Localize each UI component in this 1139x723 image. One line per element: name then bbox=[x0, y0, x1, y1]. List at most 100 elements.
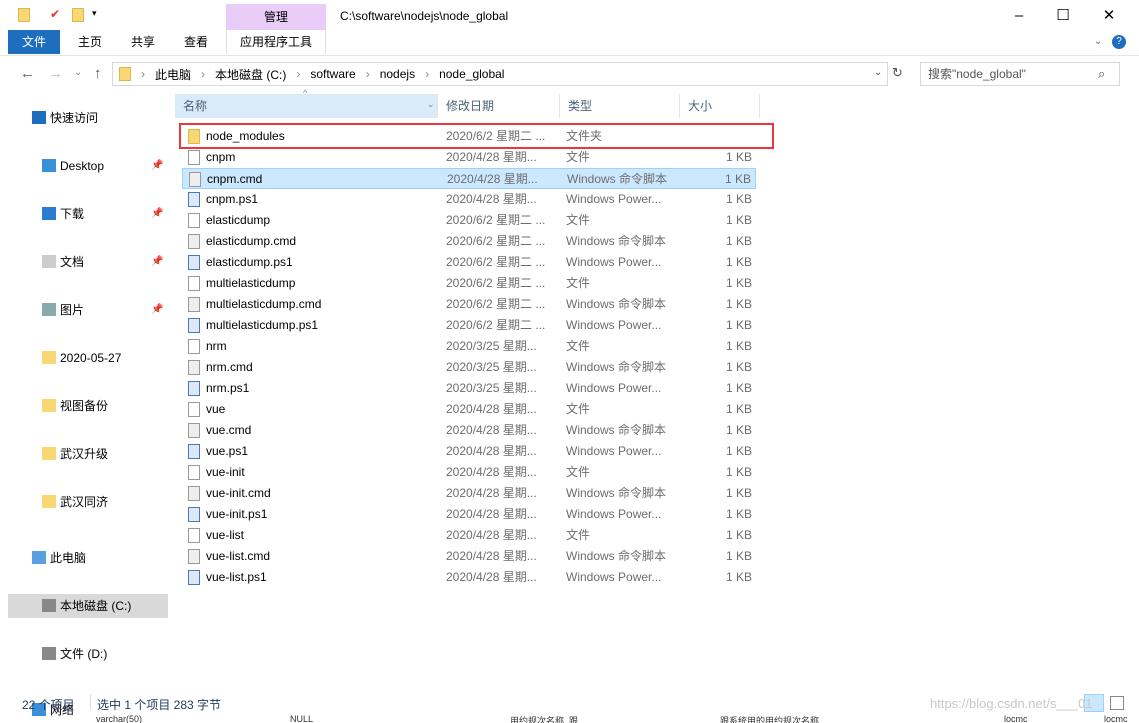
chevron-right-icon: › bbox=[296, 67, 301, 81]
cmd-script-icon bbox=[188, 423, 200, 438]
sidebar-item[interactable]: 武汉同济 bbox=[8, 490, 168, 514]
address-bar[interactable]: › 此电脑 › 本地磁盘 (C:) › software › nodejs › … bbox=[112, 62, 888, 86]
file-row[interactable]: vue 2020/4/28 星期... 文件 1 KB bbox=[182, 399, 756, 420]
file-row[interactable]: cnpm.ps1 2020/4/28 星期... Windows Power... 1… bbox=[182, 189, 756, 210]
file-row[interactable]: multielasticdump.ps1 2020/6/2 星期二 ... Wind… bbox=[182, 315, 756, 336]
file-row[interactable]: vue.ps1 2020/4/28 星期... Windows Power... 1 … bbox=[182, 441, 756, 462]
help-icon[interactable]: ? bbox=[1112, 35, 1126, 49]
file-name: elasticdump bbox=[206, 213, 271, 227]
close-button[interactable]: ✕ bbox=[1086, 4, 1132, 28]
file-row[interactable]: cnpm.cmd 2020/4/28 星期... Windows 命令脚本 1 KB bbox=[182, 168, 756, 189]
file-date: 2020/4/28 星期... bbox=[446, 528, 537, 542]
file-row[interactable]: vue-list.cmd 2020/4/28 星期... Windows 命令脚本 1… bbox=[182, 546, 756, 567]
sidebar-item[interactable]: 视图备份 bbox=[8, 394, 168, 418]
file-row[interactable]: elasticdump 2020/6/2 星期二 ... 文件 1 KB bbox=[182, 210, 756, 231]
sidebar-item[interactable]: 武汉升级 bbox=[8, 442, 168, 466]
file-row[interactable]: vue-init 2020/4/28 星期... 文件 1 KB bbox=[182, 462, 756, 483]
tab-home[interactable]: 主页 bbox=[70, 30, 110, 54]
tab-view[interactable]: 查看 bbox=[174, 30, 218, 54]
file-type: 文件 bbox=[566, 528, 591, 542]
file-row[interactable]: vue.cmd 2020/4/28 星期... Windows 命令脚本 1 KB bbox=[182, 420, 756, 441]
pin-icon[interactable]: 📌 bbox=[151, 202, 163, 226]
file-size: 1 KB bbox=[725, 276, 752, 290]
file-type: 文件 bbox=[566, 276, 591, 290]
tab-app-tools[interactable]: 应用程序工具 bbox=[226, 30, 326, 54]
file-row[interactable]: nrm.cmd 2020/3/25 星期... Windows 命令脚本 1 KB bbox=[182, 357, 756, 378]
tab-file[interactable]: 文件 bbox=[8, 30, 60, 54]
file-date: 2020/6/2 星期二 ... bbox=[446, 213, 546, 227]
chevron-right-icon: › bbox=[365, 67, 370, 81]
chevron-right-icon: › bbox=[141, 67, 145, 81]
new-folder-icon[interactable] bbox=[72, 8, 84, 22]
breadcrumb-item[interactable]: 本地磁盘 (C:) bbox=[215, 66, 286, 83]
maximize-button[interactable]: ☐ bbox=[1040, 4, 1086, 28]
file-row[interactable]: vue-list.ps1 2020/4/28 星期... Windows Power… bbox=[182, 567, 756, 588]
sidebar-item[interactable]: 本地磁盘 (C:) bbox=[8, 594, 168, 618]
file-row[interactable]: nrm.ps1 2020/3/25 星期... Windows Power... 1 … bbox=[182, 378, 756, 399]
search-input[interactable]: 搜索"node_global" bbox=[920, 62, 1120, 86]
file-date: 2020/4/28 星期... bbox=[446, 423, 537, 437]
forward-button[interactable]: → bbox=[48, 65, 63, 82]
file-row[interactable]: elasticdump.ps1 2020/6/2 星期二 ... Windows P… bbox=[182, 252, 756, 273]
sidebar-item[interactable]: 文档 📌 bbox=[8, 250, 168, 274]
chevron-right-icon: › bbox=[425, 67, 430, 81]
cmd-script-icon bbox=[188, 234, 200, 249]
sidebar-item-label: 文件 (D:) bbox=[60, 647, 108, 661]
column-type[interactable]: 类型 bbox=[560, 94, 680, 118]
file-size: 1 KB bbox=[724, 172, 751, 186]
file-row[interactable]: nrm 2020/3/25 星期... 文件 1 KB bbox=[182, 336, 756, 357]
folder-icon bbox=[42, 447, 56, 460]
powershell-script-icon bbox=[188, 507, 200, 522]
sidebar-item[interactable]: Desktop 📌 bbox=[8, 154, 168, 178]
file-row[interactable]: vue-list 2020/4/28 星期... 文件 1 KB bbox=[182, 525, 756, 546]
sidebar-item-label: Desktop bbox=[60, 159, 105, 173]
expand-ribbon-icon[interactable]: ⌄ bbox=[1094, 36, 1102, 47]
file-row[interactable]: vue-init.ps1 2020/4/28 星期... Windows Power… bbox=[182, 504, 756, 525]
column-size[interactable]: 大小 bbox=[680, 94, 760, 118]
large-icons-view-button[interactable] bbox=[1110, 696, 1124, 710]
breadcrumb-item[interactable]: 此电脑 bbox=[155, 66, 191, 83]
file-size: 1 KB bbox=[725, 255, 752, 269]
powershell-script-icon bbox=[188, 255, 200, 270]
cmd-script-icon bbox=[188, 486, 200, 501]
file-row[interactable]: vue-init.cmd 2020/4/28 星期... Windows 命令脚本 1… bbox=[182, 483, 756, 504]
tab-share[interactable]: 共享 bbox=[122, 30, 164, 54]
file-name: vue-init.ps1 bbox=[206, 507, 268, 521]
minimize-button[interactable]: – bbox=[996, 4, 1042, 28]
file-row[interactable]: multielasticdump.cmd 2020/6/2 星期二 ... Wind… bbox=[182, 294, 756, 315]
sidebar-item[interactable]: 此电脑 bbox=[8, 546, 168, 570]
file-row[interactable]: cnpm 2020/4/28 星期... 文件 1 KB bbox=[182, 147, 756, 168]
back-button[interactable]: ← bbox=[20, 65, 35, 82]
sidebar-item[interactable]: 快速访问 bbox=[8, 106, 168, 130]
properties-icon[interactable]: ✔ bbox=[50, 7, 60, 21]
sidebar-item[interactable]: 2020-05-27 bbox=[8, 346, 168, 370]
window-title: C:\software\nodejs\node_global bbox=[340, 9, 509, 23]
recent-locations-icon[interactable]: ⌄ bbox=[74, 67, 82, 78]
file-row[interactable]: elasticdump.cmd 2020/6/2 星期二 ... Windows 命… bbox=[182, 231, 756, 252]
pin-icon[interactable]: 📌 bbox=[151, 250, 163, 274]
address-dropdown-icon[interactable]: ⌄ bbox=[874, 67, 882, 78]
pin-icon[interactable]: 📌 bbox=[151, 298, 163, 322]
file-type: 文件 bbox=[566, 402, 591, 416]
breadcrumb-item[interactable]: nodejs bbox=[380, 67, 415, 81]
sidebar-item[interactable]: 图片 📌 bbox=[8, 298, 168, 322]
file-size: 1 KB bbox=[725, 297, 752, 311]
pin-icon[interactable]: 📌 bbox=[151, 154, 163, 178]
file-icon bbox=[188, 465, 200, 480]
folder-icon[interactable] bbox=[18, 8, 30, 22]
refresh-button[interactable]: ↻ bbox=[892, 65, 903, 81]
file-type: Windows Power... bbox=[566, 381, 662, 395]
file-type: Windows Power... bbox=[566, 318, 662, 332]
customize-dropdown-icon[interactable]: ▾ bbox=[92, 8, 97, 19]
column-date[interactable]: 修改日期 bbox=[438, 94, 560, 118]
manage-tab-header[interactable]: 管理 bbox=[226, 4, 326, 30]
sidebar-item[interactable]: 文件 (D:) bbox=[8, 642, 168, 666]
file-row[interactable]: multielasticdump 2020/6/2 星期二 ... 文件 1 KB bbox=[182, 273, 756, 294]
breadcrumb-item[interactable]: software bbox=[310, 67, 355, 81]
breadcrumb-item[interactable]: node_global bbox=[439, 67, 504, 81]
sidebar-item[interactable]: 下载 📌 bbox=[8, 202, 168, 226]
up-button[interactable]: ↑ bbox=[94, 65, 102, 82]
powershell-script-icon bbox=[188, 192, 200, 207]
column-filter-icon[interactable]: ⌄ bbox=[427, 99, 435, 110]
file-name: vue-list.ps1 bbox=[206, 570, 267, 584]
